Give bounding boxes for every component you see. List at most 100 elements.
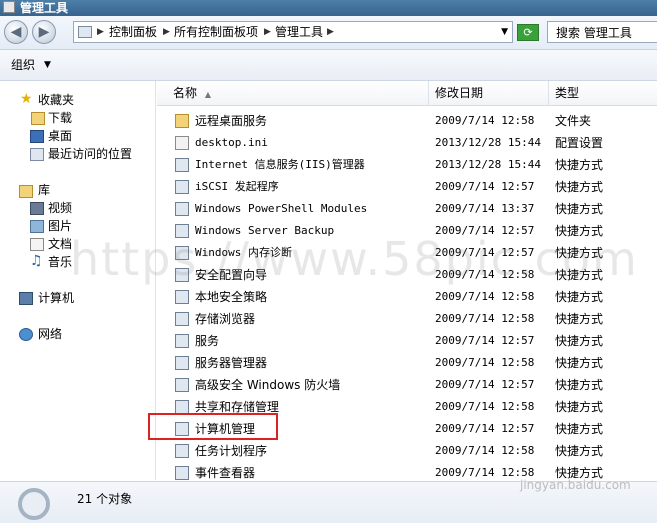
file-name: desktop.ini bbox=[195, 136, 268, 149]
nav-videos[interactable]: 视频 bbox=[48, 200, 72, 216]
item-count: 21 个对象 bbox=[77, 492, 133, 506]
shortcut-icon bbox=[175, 400, 189, 414]
back-button[interactable]: ◀ bbox=[4, 20, 28, 44]
file-row[interactable]: 服务器管理器 2009/7/14 12:58 快捷方式 bbox=[157, 352, 657, 374]
breadcrumb-control-panel[interactable]: 控制面板 bbox=[109, 24, 157, 40]
folder-icon bbox=[175, 114, 189, 128]
documents-icon bbox=[30, 238, 44, 251]
file-date: 2009/7/14 12:58 bbox=[435, 312, 535, 325]
column-header-type[interactable]: 类型 bbox=[549, 81, 657, 105]
favorites-star-icon: ★ bbox=[20, 91, 33, 107]
file-type: 快捷方式 bbox=[555, 378, 604, 392]
control-panel-icon bbox=[78, 26, 92, 38]
file-type: 配置设置 bbox=[555, 136, 604, 150]
file-date: 2009/7/14 12:58 bbox=[435, 356, 535, 369]
nav-network[interactable]: 网络 bbox=[38, 326, 62, 342]
nav-desktop[interactable]: 桌面 bbox=[48, 128, 72, 144]
forward-button[interactable]: ▶ bbox=[32, 20, 56, 44]
breadcrumb-separator-icon[interactable]: ▶ bbox=[264, 24, 271, 40]
file-date: 2009/7/14 12:58 bbox=[435, 290, 535, 303]
nav-downloads[interactable]: 下载 bbox=[48, 110, 72, 126]
breadcrumb-all-items[interactable]: 所有控制面板项 bbox=[174, 24, 258, 40]
file-row[interactable]: 远程桌面服务 2009/7/14 12:58 文件夹 bbox=[157, 110, 657, 132]
nav-music[interactable]: 音乐 bbox=[48, 254, 72, 270]
nav-computer[interactable]: 计算机 bbox=[38, 290, 74, 306]
shortcut-icon bbox=[175, 356, 189, 370]
file-type: 快捷方式 bbox=[555, 202, 604, 216]
nav-libraries[interactable]: 库 bbox=[38, 182, 50, 198]
file-row[interactable]: 本地安全策略 2009/7/14 12:58 快捷方式 bbox=[157, 286, 657, 308]
computer-icon bbox=[19, 292, 33, 305]
shortcut-icon bbox=[175, 224, 189, 238]
file-name: 事件查看器 bbox=[195, 466, 256, 480]
file-row[interactable]: Internet 信息服务(IIS)管理器 2013/12/28 15:44 快捷方… bbox=[157, 154, 657, 176]
file-date: 2013/12/28 15:44 bbox=[435, 136, 541, 149]
file-name: 安全配置向导 bbox=[195, 268, 268, 282]
address-dropdown-icon[interactable]: ▼ bbox=[501, 24, 508, 40]
file-date: 2009/7/14 12:57 bbox=[435, 378, 535, 391]
nav-documents[interactable]: 文档 bbox=[48, 236, 72, 252]
file-date: 2013/12/28 15:44 bbox=[435, 158, 541, 171]
file-date: 2009/7/14 12:57 bbox=[435, 334, 535, 347]
file-row[interactable]: 任务计划程序 2009/7/14 12:58 快捷方式 bbox=[157, 440, 657, 462]
file-type: 快捷方式 bbox=[555, 290, 604, 304]
breadcrumb-admin-tools[interactable]: 管理工具 bbox=[275, 24, 323, 40]
address-row: ◀ ▶ ▶ 控制面板 ▶ 所有控制面板项 ▶ 管理工具 ▶ ▼ ⟳ 搜索 管理工… bbox=[0, 16, 657, 50]
file-row[interactable]: Windows PowerShell Modules 2009/7/14 13:3… bbox=[157, 198, 657, 220]
file-type: 快捷方式 bbox=[555, 422, 604, 436]
file-type: 快捷方式 bbox=[555, 400, 604, 414]
file-type: 快捷方式 bbox=[555, 224, 604, 238]
network-icon bbox=[19, 328, 33, 341]
shortcut-icon bbox=[175, 246, 189, 260]
file-name: 服务 bbox=[195, 334, 220, 348]
nav-pictures[interactable]: 图片 bbox=[48, 218, 72, 234]
organize-dropdown-icon[interactable]: ▼ bbox=[44, 57, 51, 73]
file-date: 2009/7/14 12:57 bbox=[435, 422, 535, 435]
file-row[interactable]: iSCSI 发起程序 2009/7/14 12:57 快捷方式 bbox=[157, 176, 657, 198]
file-name: 高级安全 Windows 防火墙 bbox=[195, 378, 341, 392]
music-icon: ♫ bbox=[30, 253, 43, 269]
shortcut-icon bbox=[175, 444, 189, 458]
file-name: 本地安全策略 bbox=[195, 290, 268, 304]
window-icon bbox=[3, 1, 15, 13]
column-header-date[interactable]: 修改日期 bbox=[429, 81, 549, 105]
file-row[interactable]: Windows 内存诊断 2009/7/14 12:57 快捷方式 bbox=[157, 242, 657, 264]
admin-tools-gear-icon bbox=[18, 488, 50, 520]
search-placeholder: 搜索 管理工具 bbox=[556, 26, 632, 40]
breadcrumb-separator-icon[interactable]: ▶ bbox=[97, 24, 104, 40]
shortcut-icon bbox=[175, 334, 189, 348]
pictures-icon bbox=[30, 220, 44, 233]
file-row[interactable]: 服务 2009/7/14 12:57 快捷方式 bbox=[157, 330, 657, 352]
refresh-button[interactable]: ⟳ bbox=[517, 24, 539, 41]
settings-file-icon bbox=[175, 136, 189, 150]
organize-button[interactable]: 组织 bbox=[11, 57, 35, 73]
shortcut-icon bbox=[175, 202, 189, 216]
file-date: 2009/7/14 12:57 bbox=[435, 224, 535, 237]
file-date: 2009/7/14 12:57 bbox=[435, 246, 535, 259]
file-row[interactable]: 安全配置向导 2009/7/14 12:58 快捷方式 bbox=[157, 264, 657, 286]
file-row[interactable]: 高级安全 Windows 防火墙 2009/7/14 12:57 快捷方式 bbox=[157, 374, 657, 396]
address-bar[interactable]: ▶ 控制面板 ▶ 所有控制面板项 ▶ 管理工具 ▶ ▼ bbox=[73, 21, 513, 43]
breadcrumb-separator-icon[interactable]: ▶ bbox=[163, 24, 170, 40]
breadcrumb-separator-icon[interactable]: ▶ bbox=[327, 24, 334, 40]
file-date: 2009/7/14 12:58 bbox=[435, 114, 535, 127]
file-type: 文件夹 bbox=[555, 114, 592, 128]
shortcut-icon bbox=[175, 290, 189, 304]
file-date: 2009/7/14 12:57 bbox=[435, 180, 535, 193]
title-bar: 管理工具 bbox=[0, 0, 657, 16]
file-row[interactable]: desktop.ini 2013/12/28 15:44 配置设置 bbox=[157, 132, 657, 154]
column-header-name[interactable]: 名称 ▲ bbox=[167, 81, 429, 105]
file-name: iSCSI 发起程序 bbox=[195, 180, 279, 193]
nav-favorites[interactable]: 收藏夹 bbox=[38, 92, 74, 108]
search-input[interactable]: 搜索 管理工具 bbox=[547, 21, 657, 43]
file-name: 远程桌面服务 bbox=[195, 114, 268, 128]
file-name: 任务计划程序 bbox=[195, 444, 268, 458]
shortcut-icon bbox=[175, 378, 189, 392]
libraries-icon bbox=[19, 185, 33, 198]
file-row[interactable]: 存储浏览器 2009/7/14 12:58 快捷方式 bbox=[157, 308, 657, 330]
refresh-icon: ⟳ bbox=[523, 26, 533, 39]
nav-recent[interactable]: 最近访问的位置 bbox=[48, 146, 132, 162]
file-row[interactable]: Windows Server Backup 2009/7/14 12:57 快捷方式 bbox=[157, 220, 657, 242]
file-type: 快捷方式 bbox=[555, 356, 604, 370]
shortcut-icon bbox=[175, 466, 189, 480]
